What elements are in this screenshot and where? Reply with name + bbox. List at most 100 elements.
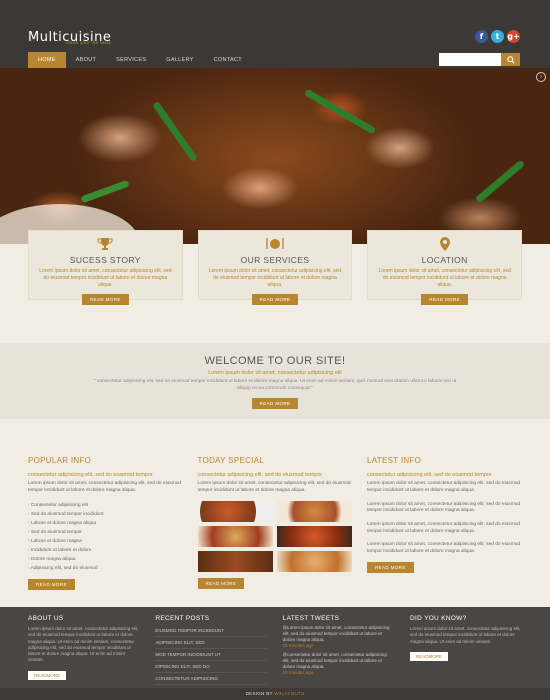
footer-latest-tweets: LATEST TWEETS @Lorem ipsum dolor sit ame… [283,615,395,685]
food-image[interactable] [276,550,352,572]
recent-post-link[interactable]: EIUSMOD TEMPOR INCIDIDUNT [155,625,268,637]
search-input[interactable] [439,53,501,66]
footer-about-title: ABOUT US [28,615,64,622]
food-gallery [197,500,353,572]
info-columns: POPULAR INFO consectetur adipisicing eli… [28,456,522,591]
food-image[interactable] [197,525,273,547]
recent-post-link[interactable]: CONSECTETUR ADIPISICING [155,673,268,685]
feature-text: Lorem ipsum dolor sit amet, consectetur … [208,268,342,288]
nav-gallery[interactable]: GALLERY [156,52,203,68]
search-form [439,53,520,66]
feature-text: Lorem ipsum dolor sit amet, consectetur … [39,268,172,288]
credit-link[interactable]: W3LAYOUTS [274,691,304,696]
tweet-time: 15 minutes ago [282,670,314,676]
welcome-title: WELCOME TO OUR SITE! [204,355,346,367]
footer-know-title: DID YOU KNOW? [409,615,467,622]
footer-did-you-know: DID YOU KNOW? Lorem ipsum dolor sit amet… [409,615,522,685]
site-header: Multicuisine made your life tasty f t g+… [0,0,550,68]
popular-list: Consectetur adipisicing elit Sed do eius… [28,501,183,573]
list-item[interactable]: Consectetur adipisicing elit [28,501,183,510]
hero-image: › [0,68,550,244]
latest-item: Lorem ipsum dolor sit amet, consectetur … [367,501,521,514]
feature-title: SUCESS STORY [69,255,141,265]
footer-know-button[interactable]: READMORE [409,651,448,661]
social-links: f t g+ [475,30,520,43]
footer-columns: ABOUT US Lorem ipsum dolor sit amet, con… [28,615,522,685]
google-plus-icon[interactable]: g+ [507,30,520,43]
today-read-more-button[interactable]: READ MORE [197,577,245,589]
nav-home[interactable]: HOME [28,52,66,68]
feature-success-story: SUCESS STORY Lorem ipsum dolor sit amet,… [28,230,183,306]
welcome-subtitle: Lorem ipsum dolor sit amet, consectetur … [208,370,342,376]
latest-item: Lorem ipsum dolor sit amet, consectetur … [367,542,521,555]
feature-our-services: OUR SERVICES Lorem ipsum dolor sit amet,… [197,230,353,306]
cutlery-icon [199,237,352,250]
search-icon [506,55,515,64]
latest-read-more-button[interactable]: READ MORE [367,561,414,573]
footer-about-text: Lorem ipsum dolor sit amet, consectetur … [28,626,139,663]
list-item[interactable]: Incididunt ut labore et dolore [28,546,183,555]
main-nav: HOME ABOUT SERVICES GALLERY CONTACT [28,52,252,68]
trophy-icon [29,237,182,250]
twitter-icon[interactable]: t [491,30,504,43]
welcome-section: WELCOME TO OUR SITE! Lorem ipsum dolor s… [0,343,550,419]
list-item[interactable]: Dolore magna aliqua [28,555,183,564]
tweet: @consectetur dolor sit amet, consectetur… [283,652,395,676]
footer-know-text: Lorem ipsum dolor sit amet, consectetur … [409,626,521,644]
list-item[interactable]: Sed do eiusmod tempor [28,528,183,537]
nav-contact[interactable]: CONTACT [204,52,252,68]
latest-item: Lorem ipsum dolor sit amet, consectetur … [367,481,521,493]
welcome-text: " consectetur adipisicing elit, sed do e… [93,379,457,391]
popular-text: Lorem ipsum dolor sit amet, consectetur … [28,481,182,493]
site-tagline: made your life tasty [66,40,112,45]
tweet-text: @Lorem ipsum dolor sit amet, consectetur… [282,625,390,643]
welcome-read-more-button[interactable]: READ MORE [251,398,299,410]
popular-read-more-button[interactable]: READ MORE [28,578,75,590]
footer-recent-posts: RECENT POSTS EIUSMOD TEMPOR INCIDIDUNT A… [155,615,268,685]
list-item[interactable]: Labore et dolore magna aliqua [28,519,183,528]
footer-tweets-title: LATEST TWEETS [282,615,340,622]
food-image[interactable] [276,525,352,547]
read-more-button[interactable]: READ MORE [421,294,469,306]
footer-credit: DESIGN BY W3LAYOUTS [0,688,550,700]
popular-lead: consectetur adipisicing elit, sed do eiu… [28,472,153,478]
today-text: Lorem ipsum dolor sit amet, consectetur … [197,481,351,493]
today-special: TODAY SPECIAL consectetur adipisicing el… [197,456,353,591]
search-button[interactable] [501,53,520,66]
feature-title: LOCATION [421,255,468,265]
latest-title: LATEST INFO [367,456,422,465]
food-image[interactable] [197,550,273,572]
list-item[interactable]: Adipisicing elit, sed do eiusmod [28,564,183,573]
food-image[interactable] [197,500,273,522]
today-title: TODAY SPECIAL [197,456,265,465]
tweet: @Lorem ipsum dolor sit amet, consectetur… [283,625,395,649]
map-pin-icon [368,237,521,251]
list-item[interactable]: Labore et dolore magna [28,537,183,546]
facebook-icon[interactable]: f [475,30,488,43]
latest-info: LATEST INFO consectetur adipisicing elit… [367,456,522,591]
feature-boxes: SUCESS STORY Lorem ipsum dolor sit amet,… [28,230,523,306]
recent-post-link[interactable]: ADIPISICING ELIT, SED [155,637,268,649]
recent-post-link[interactable]: MOD TEMPOR INCIDIDUNT UT [155,649,268,661]
list-item[interactable]: Sed do eiusmod tempor incididunt [28,510,183,519]
footer-about-button[interactable]: READMORE [28,670,67,680]
tweet-time: 15 minutes ago [282,643,314,649]
read-more-button[interactable]: READ MORE [81,294,129,306]
feature-title: OUR SERVICES [240,255,310,265]
feature-text: Lorem ipsum dolor sit amet, consectetur … [378,268,511,288]
popular-info: POPULAR INFO consectetur adipisicing eli… [28,456,183,591]
read-more-button[interactable]: READ MORE [251,294,299,306]
recent-post-link[interactable]: DIPISICING ELIT, SED DO [155,661,268,673]
today-lead: consectetur adipisicing elit, sed do eiu… [197,472,323,478]
footer-recent-title: RECENT POSTS [155,615,210,622]
popular-title: POPULAR INFO [28,456,92,465]
latest-lead: consectetur adipisicing elit, sed do eiu… [367,472,492,478]
nav-services[interactable]: SERVICES [106,52,156,68]
nav-about[interactable]: ABOUT [66,52,106,68]
tweet-text: @consectetur dolor sit amet, consectetur… [282,652,387,670]
feature-location: LOCATION Lorem ipsum dolor sit amet, con… [367,230,523,306]
site-footer: ABOUT US Lorem ipsum dolor sit amet, con… [0,607,550,700]
credit-prefix: DESIGN BY [245,691,273,696]
slider-next-icon[interactable]: › [536,72,546,82]
food-image[interactable] [276,500,352,522]
